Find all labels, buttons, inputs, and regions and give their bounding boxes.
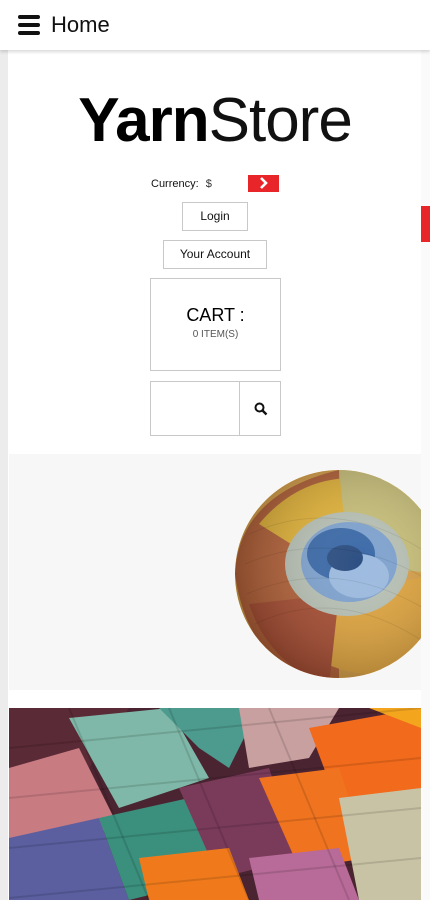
logo-text-light: Store [208,86,353,155]
hero-banner-yarn-ball[interactable] [9,454,421,690]
currency-label: Currency: [151,178,199,190]
search-input[interactable] [151,382,239,435]
your-account-button[interactable]: Your Account [163,240,267,269]
currency-selector[interactable]: Currency: $ [151,175,212,193]
search-button[interactable] [239,382,281,435]
side-panel-tab[interactable] [421,206,430,242]
cart-title: CART : [186,305,245,325]
right-rail [421,50,430,900]
login-button[interactable]: Login [182,202,248,231]
top-bar: Home [0,0,430,50]
menu-icon[interactable] [18,15,40,35]
page: Home YarnStore Currency: $ Login Your Ac… [0,0,430,900]
currency-symbol[interactable]: $ [206,175,212,193]
cart-widget[interactable]: CART : 0 ITEM(S) [150,278,281,371]
yarn-ball-image [235,470,421,678]
currency-next-button[interactable] [248,175,279,192]
yarn-braids-image [9,708,421,900]
left-rail [0,50,8,900]
page-title: Home [51,12,110,37]
chevron-right-icon [259,177,268,189]
cart-item-count: 0 ITEM(S) [192,329,239,340]
store-logo[interactable]: YarnStore [0,86,430,156]
logo-text-bold: Yarn [78,86,209,155]
search-form [150,381,281,436]
hero-banner-yarn-braids[interactable] [9,708,421,900]
search-icon [254,402,268,416]
